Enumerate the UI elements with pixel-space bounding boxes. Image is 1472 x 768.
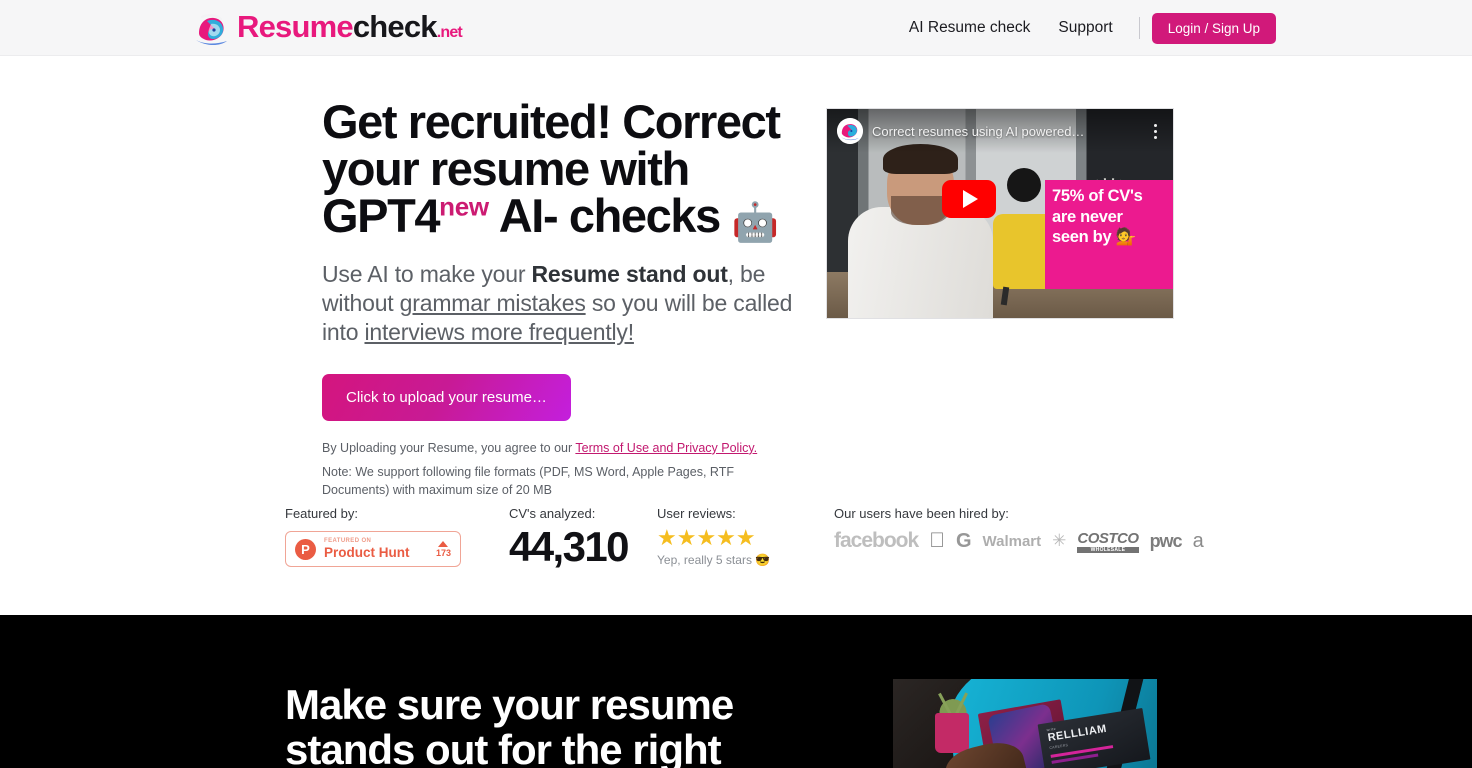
video-wall-decor: [1006, 167, 1041, 202]
upvote-caret-icon: [438, 540, 449, 547]
overlay-line-3: seen by 💁: [1051, 227, 1136, 246]
video-top-bar: Correct resumes using AI powered…: [827, 109, 1173, 153]
site-header: Resumecheck.net AI Resume check Support …: [0, 0, 1472, 56]
product-hunt-badge[interactable]: P FEATURED ON Product Hunt 173: [285, 531, 461, 567]
cvs-analyzed-value: 44,310: [509, 523, 629, 570]
product-hunt-upvotes: 173: [435, 540, 451, 558]
overlay-line-2: are never: [1051, 207, 1123, 226]
landing-page: Resumecheck.net AI Resume check Support …: [0, 0, 1472, 768]
costco-wordmark: COSTCO: [1061, 529, 1139, 547]
overlay-line-1: 75% of CV's: [1051, 187, 1143, 206]
star-rating-icon: ★★★★★: [657, 525, 756, 550]
costco-logo-icon: COSTCO WHOLESALE: [1061, 529, 1139, 553]
play-button-icon[interactable]: [941, 179, 996, 218]
pwc-logo-icon: pwc: [1133, 530, 1183, 551]
hired-by-label: Our users have been hired by:: [834, 506, 1009, 521]
subhead-part-1: Use AI to make your: [322, 261, 532, 287]
logo-wordmark: Resumecheck.net: [237, 8, 463, 52]
featured-by-block: Featured by: P FEATURED ON Product Hunt …: [285, 506, 461, 567]
cvs-analyzed-label: CV's analyzed:: [509, 506, 596, 521]
nav-divider: [1138, 17, 1140, 39]
channel-avatar-icon[interactable]: [837, 118, 863, 144]
hero-subheading: Use AI to make your Resume stand out, be…: [322, 260, 800, 347]
cvs-analyzed-block: CV's analyzed: 44,310: [509, 506, 629, 571]
upload-resume-button[interactable]: Click to upload your resume…: [322, 373, 571, 421]
upvote-count: 173: [435, 547, 451, 558]
legal-text: By Uploading your Resume, you agree to o…: [322, 440, 576, 455]
supported-formats-note: Note: We support following file formats …: [322, 464, 734, 498]
employer-logo-strip: facebook  G Walmart ✳ COSTCO WHOLESALE …: [834, 529, 1204, 553]
video-presenter: [847, 138, 994, 318]
legal-consent-text: By Uploading your Resume, you agree to o…: [322, 441, 800, 455]
video-title[interactable]: Correct resumes using AI powered…: [872, 124, 1138, 139]
logo-text-resume: Resume: [237, 9, 354, 44]
presenter-beard: [891, 195, 950, 225]
page-title: Get recruited! Correct your resume with …: [322, 98, 800, 242]
product-hunt-icon: P: [295, 538, 316, 560]
main-navigation: AI Resume check Support Login / Sign Up: [895, 0, 1276, 56]
robot-emoji-icon: 🤖: [731, 202, 779, 244]
product-hunt-featured-label: FEATURED ON: [324, 538, 372, 545]
resumecheck-face-logo-icon: [193, 11, 231, 49]
product-hunt-texts: FEATURED ON Product Hunt: [324, 538, 428, 560]
logo-text-check: check: [352, 9, 438, 44]
dark-feature-section: Make sure your resume stands out for the…: [0, 615, 1472, 768]
subhead-bold: Resume stand out: [531, 261, 728, 287]
headline-line-3: checks: [568, 189, 732, 242]
nav-item-support[interactable]: Support: [1044, 19, 1126, 37]
facebook-logo-icon: facebook: [834, 529, 919, 552]
dark-section-photo: write RELLLIAM CAREERS: [893, 679, 1157, 768]
featured-by-label: Featured by:: [285, 506, 358, 521]
kebab-menu-icon[interactable]: [1147, 123, 1163, 139]
logo[interactable]: Resumecheck.net: [193, 8, 463, 52]
user-reviews-label: User reviews:: [657, 506, 736, 521]
terms-privacy-link[interactable]: Terms of Use and Privacy Policy.: [575, 441, 757, 455]
youtube-video-embed[interactable]: 75% of CV's are never seen by 💁 Correct …: [826, 108, 1174, 319]
product-hunt-name: Product Hunt: [324, 545, 410, 561]
subhead-link-interviews[interactable]: interviews more frequently!: [364, 319, 634, 345]
costco-subtext: WHOLESALE: [1077, 546, 1139, 553]
nav-item-ai-resume-check[interactable]: AI Resume check: [895, 19, 1044, 37]
new-badge: new: [439, 191, 489, 222]
photo-plant-pot: [935, 712, 970, 753]
logo-text-tld: .net: [436, 24, 463, 41]
headline-line-2-post: AI-: [488, 189, 559, 242]
login-signup-button[interactable]: Login / Sign Up: [1151, 12, 1276, 44]
walmart-logo-icon: Walmart: [966, 532, 1042, 550]
hero-copy: Get recruited! Correct your resume with …: [322, 98, 800, 499]
apple-logo-icon: : [929, 529, 945, 553]
video-overlay-caption: 75% of CV's are never seen by 💁: [1044, 180, 1173, 289]
walmart-spark-icon: ✳: [1052, 531, 1066, 551]
star-rating-note: Yep, really 5 stars 😎: [657, 553, 771, 567]
user-reviews-block: User reviews: ★★★★★ Yep, really 5 stars …: [657, 506, 770, 567]
subhead-link-grammar-mistakes[interactable]: grammar mistakes: [400, 290, 586, 316]
hired-by-block: Our users have been hired by: facebook …: [834, 506, 1204, 553]
google-logo-icon: G: [956, 530, 972, 553]
hero-section: Get recruited! Correct your resume with …: [0, 56, 1472, 615]
amazon-logo-icon: a: [1193, 530, 1204, 553]
dark-section-heading: Make sure your resume stands out for the…: [285, 682, 845, 768]
